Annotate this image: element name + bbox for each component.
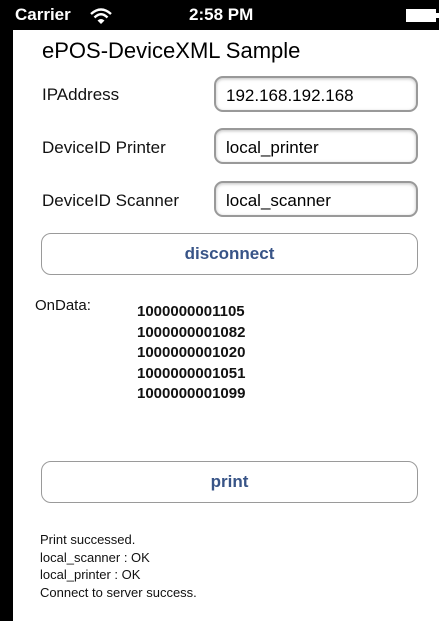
ondata-value: 1000000001020 [137,344,246,361]
page-title: ePOS-DeviceXML Sample [42,38,301,63]
ip-address-label: IPAddress [42,85,120,104]
log-line: Print successed. [40,532,136,547]
printer-id-label: DeviceID Printer [42,138,166,157]
ip-address-field[interactable]: 192.168.192.168 [214,76,418,112]
clock: 2:58 PM [189,5,254,24]
printer-id-field[interactable]: local_printer [214,128,418,164]
ondata-label: OnData: [35,297,91,314]
print-button[interactable]: print [41,461,418,503]
ondata-value: 1000000001099 [137,385,246,402]
disconnect-button[interactable]: disconnect [41,233,418,275]
battery-icon [406,9,439,22]
log-line: local_scanner : OK [40,549,150,565]
log-line: Connect to server success. [40,584,197,600]
status-bar: Carrier 2:58 PM [13,0,439,30]
scanner-id-field[interactable]: local_scanner [214,181,418,217]
ondata-value: 1000000001105 [137,303,245,320]
ondata-value: 1000000001051 [137,364,246,382]
scanner-id-label: DeviceID Scanner [42,191,180,210]
app-screen: Carrier 2:58 PM ePOS-DeviceXML Sample IP… [13,0,439,621]
wifi-icon [90,8,112,24]
carrier-label: Carrier [15,5,71,24]
status-log: Print successed. local_scanner : OK loca… [40,531,197,601]
ondata-list: 1000000001105 1000000001082 100000000102… [137,302,245,405]
log-line: local_printer : OK [40,567,141,582]
ondata-value: 1000000001082 [137,323,246,341]
